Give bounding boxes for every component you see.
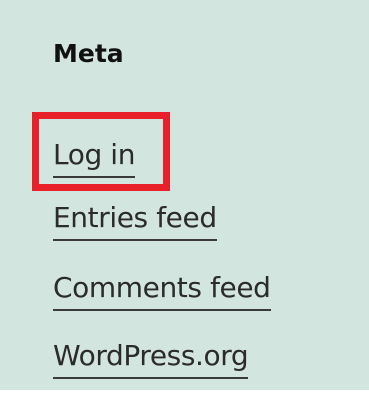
wordpress-org-link[interactable]: WordPress.org (53, 336, 249, 379)
list-item-comments-feed: Comments feed (53, 268, 271, 312)
list-item-login: Log in (53, 135, 135, 179)
entries-feed-link[interactable]: Entries feed (53, 198, 217, 241)
list-item-entries-feed: Entries feed (53, 198, 217, 242)
log-in-link[interactable]: Log in (53, 135, 135, 178)
meta-widget: Meta Log in Entries feed Comments feed W… (0, 0, 369, 390)
comments-feed-link[interactable]: Comments feed (53, 268, 271, 311)
list-item-wordpress-org: WordPress.org (53, 336, 249, 380)
widget-title: Meta (53, 39, 124, 68)
